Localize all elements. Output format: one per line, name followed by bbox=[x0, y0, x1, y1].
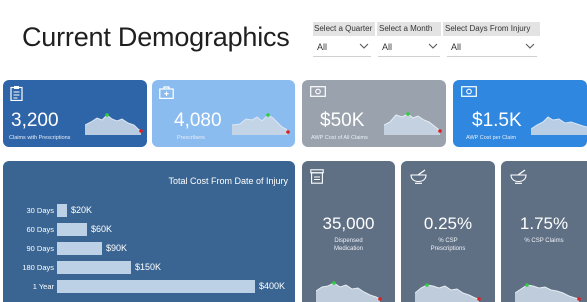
cost-row-label: 1 Year bbox=[32, 282, 54, 291]
csp-prescriptions-label-line1: % CSP bbox=[438, 238, 458, 244]
cost-from-injury-panel: Total Cost From Date of Injury 30 Days 6… bbox=[3, 161, 295, 302]
cost-bar-value: $90K bbox=[106, 243, 128, 253]
csp-claims-value: 1.75% bbox=[519, 214, 569, 233]
kpi-claims-label: Claims with Prescriptions bbox=[9, 135, 71, 141]
kpi-prescribers-label: Prescribers bbox=[177, 135, 205, 141]
cost-bar[interactable] bbox=[57, 280, 255, 293]
dispensed-label-line2: Medication bbox=[333, 246, 363, 252]
sparkline bbox=[415, 283, 481, 302]
card-csp-prescriptions[interactable]: 0.25% % CSP Prescriptions bbox=[401, 161, 495, 302]
filter-days-dropdown[interactable]: All bbox=[447, 40, 537, 57]
cost-axis-labels: 30 Days 60 Days 90 Days 180 Days 1 Year bbox=[3, 201, 54, 302]
cost-bar[interactable] bbox=[57, 204, 67, 217]
mortar-pestle-icon bbox=[510, 169, 527, 184]
filter-quarter-label: Select a Quarter bbox=[314, 24, 373, 33]
mortar-pestle-icon bbox=[410, 169, 427, 184]
csp-prescriptions-value: 0.25% bbox=[423, 214, 473, 233]
cost-bar-value: $60K bbox=[91, 224, 113, 234]
cost-row-label: 90 Days bbox=[26, 244, 54, 253]
chevron-down-icon bbox=[525, 43, 535, 49]
filter-quarter-dropdown[interactable]: All bbox=[313, 40, 371, 57]
cost-panel-title: Total Cost From Date of Injury bbox=[168, 176, 288, 186]
cost-bar[interactable] bbox=[57, 223, 87, 236]
cost-bar-chart: $20K $60K $90K $150K $400K bbox=[57, 201, 292, 301]
medical-kit-icon bbox=[159, 86, 174, 99]
sparkline bbox=[85, 113, 143, 135]
csp-claims-label: % CSP Claims bbox=[524, 238, 564, 244]
sparkline bbox=[515, 283, 581, 302]
card-dispensed-medication[interactable]: 35,000 Dispensed Medication bbox=[302, 161, 395, 302]
kpi-card-awp-per-claim[interactable]: $1.5K AWP Cost per Claim bbox=[453, 80, 587, 147]
page-title: Current Demographics bbox=[22, 22, 290, 52]
filter-month-header: Select a Month bbox=[377, 22, 441, 36]
dispensed-label-line1: Dispensed bbox=[334, 238, 363, 244]
clipboard-icon bbox=[10, 86, 23, 101]
filter-quarter-header: Select a Quarter bbox=[313, 22, 375, 36]
kpi-awp-cost-label: AWP Cost of All Claims bbox=[311, 135, 368, 141]
cost-bar[interactable] bbox=[57, 242, 102, 255]
money-icon bbox=[461, 86, 477, 97]
kpi-awp-cost-value: $50K bbox=[320, 110, 365, 131]
sparkline bbox=[232, 113, 290, 135]
cost-row-label: 60 Days bbox=[26, 225, 54, 234]
kpi-card-awp-cost[interactable]: $50K AWP Cost of All Claims bbox=[302, 80, 446, 147]
chevron-down-icon bbox=[428, 43, 438, 49]
sparkline bbox=[316, 281, 382, 302]
cost-row-label: 30 Days bbox=[26, 206, 54, 215]
cost-bar[interactable] bbox=[57, 261, 131, 274]
card-csp-claims[interactable]: 1.75% % CSP Claims bbox=[501, 161, 587, 302]
filter-quarter-value: All bbox=[317, 42, 328, 52]
kpi-prescribers-value: 4,080 bbox=[174, 110, 222, 131]
pill-box-icon bbox=[310, 169, 324, 184]
dispensed-value: 35,000 bbox=[322, 214, 375, 233]
kpi-card-prescribers[interactable]: 4,080 Prescribers bbox=[152, 80, 295, 147]
filter-days-label: Select Days From Injury bbox=[445, 24, 531, 33]
cost-bar-value: $20K bbox=[71, 205, 93, 215]
filter-days-value: All bbox=[451, 42, 462, 52]
sparkline bbox=[531, 116, 587, 135]
money-icon bbox=[310, 86, 326, 97]
kpi-awp-per-claim-value: $1.5K bbox=[472, 110, 522, 131]
kpi-awp-per-claim-label: AWP Cost per Claim bbox=[466, 135, 517, 141]
filter-month-label: Select a Month bbox=[379, 24, 433, 33]
kpi-card-claims[interactable]: 3,200 Claims with Prescriptions bbox=[3, 80, 147, 147]
filter-month-value: All bbox=[382, 42, 393, 52]
sparkline bbox=[384, 112, 442, 135]
csp-prescriptions-label-line2: Prescriptions bbox=[430, 246, 466, 252]
cost-bar-value: $150K bbox=[135, 262, 162, 272]
chevron-down-icon bbox=[359, 43, 369, 49]
filter-bar: Select a Quarter Select a Month Select D… bbox=[313, 22, 540, 58]
filter-month-dropdown[interactable]: All bbox=[378, 40, 440, 57]
kpi-claims-value: 3,200 bbox=[11, 110, 59, 131]
cost-row-label: 180 Days bbox=[22, 263, 54, 272]
filter-days-header: Select Days From Injury bbox=[443, 22, 540, 36]
cost-bar-value: $400K bbox=[259, 281, 286, 291]
